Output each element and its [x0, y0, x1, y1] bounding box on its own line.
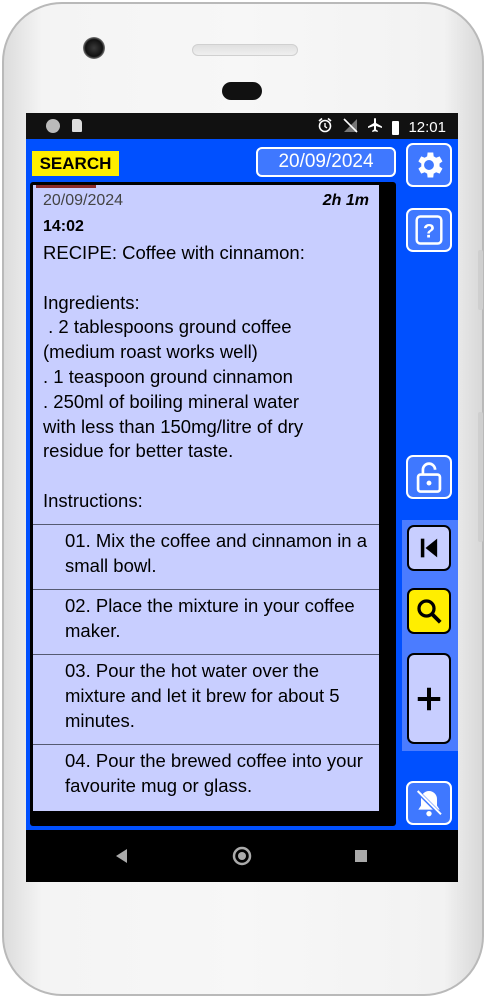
status-time: 12:01 — [408, 118, 446, 136]
app-area: SEARCH 20/09/2024 ? 20/09/2024 2h 1m 14:… — [26, 139, 458, 830]
note-time: 14:02 — [43, 218, 84, 235]
instruction-step: 01. Mix the coffee and cinnamon in a sma… — [33, 524, 379, 590]
alarm-icon — [317, 117, 333, 138]
first-page-icon — [420, 538, 438, 558]
note-date: 20/09/2024 — [43, 192, 124, 209]
lock-toggle-button[interactable] — [406, 455, 452, 499]
bell-off-icon — [415, 789, 443, 817]
notifications-toggle-button[interactable] — [406, 781, 452, 825]
first-entry-button[interactable] — [407, 525, 451, 571]
battery-icon — [392, 120, 400, 135]
instruction-step: 03. Pour the hot water over the mixture … — [33, 654, 379, 745]
airplane-icon — [367, 117, 383, 138]
status-bar: 12:01 — [26, 113, 458, 139]
earpiece — [222, 82, 262, 100]
find-button[interactable] — [407, 588, 451, 634]
navigation-panel — [402, 520, 458, 751]
settings-gear-icon — [418, 152, 443, 178]
unlock-icon — [416, 462, 442, 493]
instruction-step: 04. Pour the brewed coffee into your fav… — [33, 744, 379, 811]
system-navigation-bar — [26, 830, 458, 882]
volume-button — [478, 250, 483, 310]
settings-button[interactable] — [406, 143, 452, 187]
speaker-grille — [192, 44, 298, 56]
help-button[interactable]: ? — [406, 208, 452, 252]
phone-screen: 12:01 SEARCH 20/09/2024 ? 20/09/2024 2h … — [26, 113, 458, 882]
home-icon[interactable] — [232, 846, 252, 866]
note-body: RECIPE: Coffee with cinnamon: Ingredient… — [43, 242, 305, 511]
notification-dot-icon — [46, 119, 60, 133]
note-duration: 2h 1m — [322, 192, 369, 209]
add-plus-icon — [417, 687, 441, 710]
power-button — [478, 412, 483, 542]
note-card[interactable]: 20/09/2024 2h 1m 14:02 RECIPE: Coffee wi… — [33, 185, 379, 811]
card-accent-bar — [36, 185, 96, 188]
front-camera — [83, 37, 105, 59]
sd-card-icon — [72, 119, 82, 132]
no-signal-icon — [342, 117, 359, 138]
back-icon[interactable] — [116, 849, 128, 863]
instruction-step: 02. Place the mixture in your coffee mak… — [33, 589, 379, 655]
search-icon — [417, 599, 442, 624]
add-entry-button[interactable] — [407, 653, 451, 744]
svg-text:?: ? — [423, 220, 435, 242]
search-button[interactable]: SEARCH — [32, 151, 119, 176]
help-question-icon: ? — [415, 215, 443, 245]
date-selector-button[interactable]: 20/09/2024 — [256, 147, 396, 177]
recents-icon[interactable] — [355, 850, 367, 862]
